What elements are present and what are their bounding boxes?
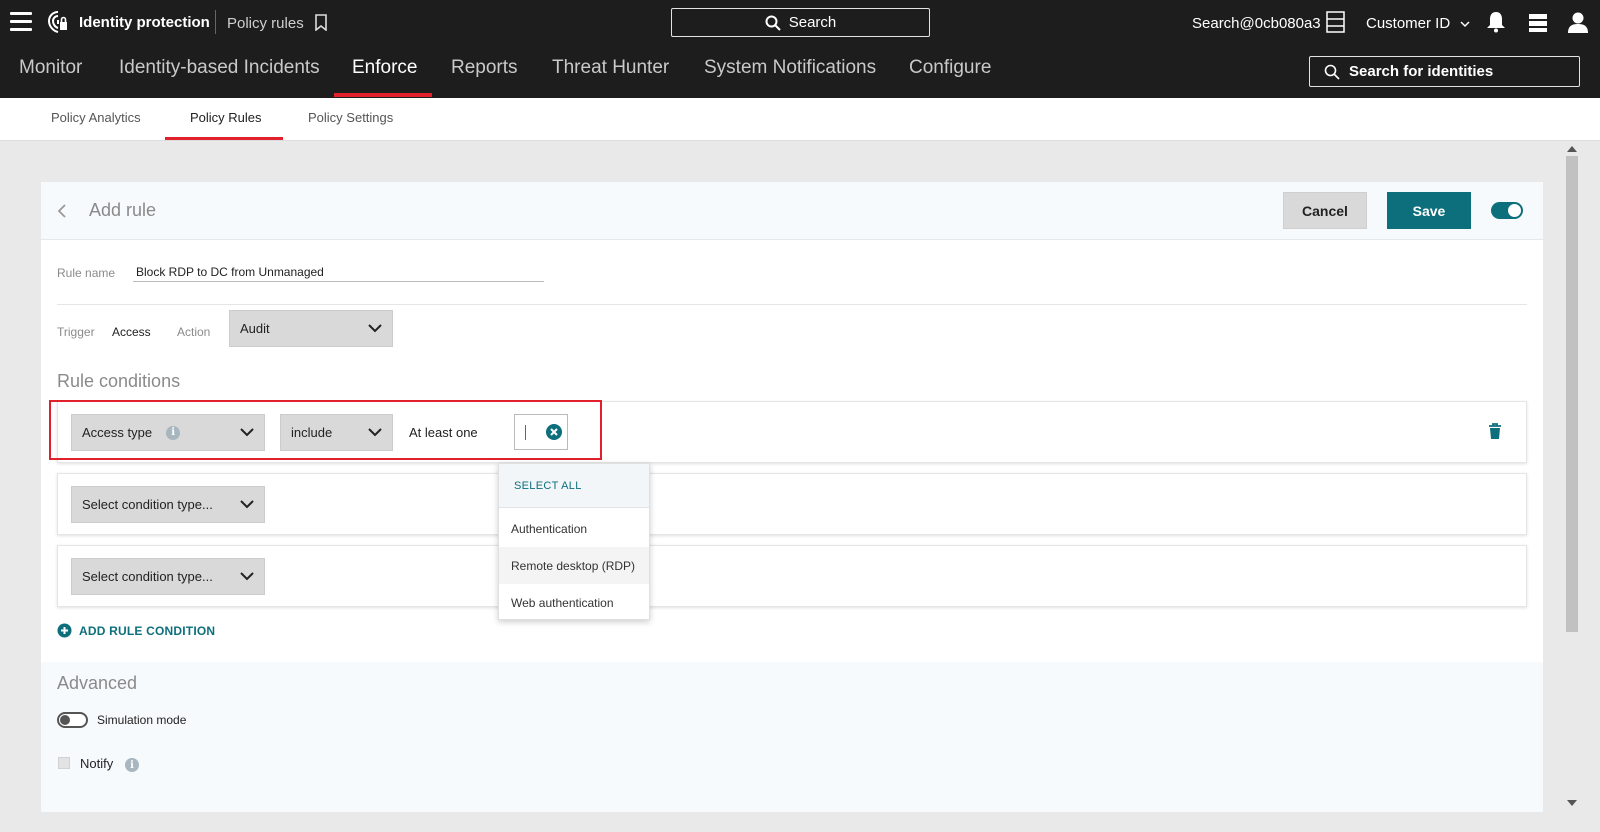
nav-tab-system-notifications[interactable]: System Notifications xyxy=(704,57,876,79)
user-email: Search@0cb080a3 xyxy=(1192,15,1321,32)
nav-tab-monitor[interactable]: Monitor xyxy=(19,57,82,79)
toggle-knob xyxy=(60,715,70,725)
nav-tab-enforce[interactable]: Enforce xyxy=(352,57,417,79)
cancel-button[interactable]: Cancel xyxy=(1283,192,1367,229)
text-caret xyxy=(525,425,526,440)
info-icon[interactable]: i xyxy=(166,425,181,440)
subtab-policy-analytics[interactable]: Policy Analytics xyxy=(51,110,141,125)
access-type-dropdown: SELECT ALL Authentication Remote desktop… xyxy=(498,463,650,620)
divider xyxy=(57,304,1527,305)
add-rule-condition-button[interactable]: ADD RULE CONDITION xyxy=(57,623,215,638)
condition-row-2: Select condition type... xyxy=(57,473,1527,535)
identity-search-input[interactable]: Search for identities xyxy=(1309,56,1580,87)
nav-tab-threat-hunter[interactable]: Threat Hunter xyxy=(552,57,669,79)
plus-circle-icon xyxy=(57,623,72,638)
scroll-down-icon[interactable] xyxy=(1567,800,1577,806)
customer-id-label: Customer ID xyxy=(1366,15,1451,32)
dropdown-option-web-authentication[interactable]: Web authentication xyxy=(499,584,649,621)
card-header: Add rule Cancel Save xyxy=(41,182,1543,240)
global-search-button[interactable]: Search xyxy=(671,8,930,37)
condition-quantifier: At least one xyxy=(409,425,478,440)
rule-conditions-title: Rule conditions xyxy=(57,371,181,391)
subtab-policy-rules[interactable]: Policy Rules xyxy=(190,110,262,125)
scroll-up-icon[interactable] xyxy=(1567,146,1577,152)
action-select[interactable]: Audit xyxy=(229,310,393,347)
condition-operator-value: include xyxy=(291,425,333,440)
add-rule-card: Add rule Cancel Save Rule name Trigger A… xyxy=(41,182,1543,812)
nav-tab-identity-based-incidents[interactable]: Identity-based Incidents xyxy=(119,57,320,79)
global-search-label: Search xyxy=(788,14,837,31)
trigger-value: Access xyxy=(112,325,151,339)
advanced-title: Advanced xyxy=(57,673,138,693)
top-bar: Identity protection Policy rules Search … xyxy=(0,0,1600,44)
messages-icon[interactable] xyxy=(1527,12,1549,33)
rule-name-label: Rule name xyxy=(57,266,116,280)
product-title: Identity protection xyxy=(79,14,210,31)
scroll-thumb[interactable] xyxy=(1566,156,1578,632)
nav-tab-configure[interactable]: Configure xyxy=(909,57,991,79)
condition-operator-select[interactable]: include xyxy=(280,414,393,451)
dropdown-option-authentication[interactable]: Authentication xyxy=(499,510,649,547)
chevron-down-icon xyxy=(368,428,382,437)
condition-row-3: Select condition type... xyxy=(57,545,1527,607)
clear-icon[interactable] xyxy=(545,423,563,441)
user-profile-icon[interactable] xyxy=(1567,11,1589,33)
chevron-down-icon xyxy=(240,500,254,509)
identity-protection-logo-icon xyxy=(47,11,67,33)
chevron-left-icon[interactable] xyxy=(55,200,69,222)
breadcrumb[interactable]: Policy rules xyxy=(227,15,304,32)
action-label: Action xyxy=(177,325,211,339)
simulation-mode-toggle[interactable] xyxy=(57,712,88,728)
action-select-value: Audit xyxy=(240,321,270,336)
search-icon xyxy=(1324,64,1340,80)
page-scrollbar[interactable] xyxy=(1564,142,1580,812)
select-all-option[interactable]: SELECT ALL xyxy=(499,464,649,508)
simulation-mode-label: Simulation mode xyxy=(97,713,187,727)
main-navigation: Monitor Identity-based Incidents Enforce… xyxy=(0,44,1600,98)
condition-type-value: Select condition type... xyxy=(82,569,213,584)
page-title: Add rule xyxy=(89,200,157,220)
notify-label: Notify xyxy=(80,756,114,771)
dropdown-option-rdp[interactable]: Remote desktop (RDP) xyxy=(499,547,649,584)
sub-navigation: Policy Analytics Policy Rules Policy Set… xyxy=(0,98,1600,141)
chevron-down-icon xyxy=(1460,21,1470,28)
title-divider xyxy=(215,10,216,34)
rule-enabled-toggle[interactable] xyxy=(1491,202,1523,219)
condition-type-select[interactable]: Select condition type... xyxy=(71,486,265,523)
info-icon[interactable]: i xyxy=(125,758,139,772)
chevron-down-icon xyxy=(368,324,382,333)
active-subtab-indicator xyxy=(165,137,283,140)
bookmark-icon[interactable] xyxy=(314,14,328,31)
subtab-policy-settings[interactable]: Policy Settings xyxy=(308,110,393,125)
condition-type-value: Access type xyxy=(82,425,153,440)
identity-search-placeholder: Search for identities xyxy=(1349,63,1494,80)
notify-checkbox[interactable] xyxy=(58,757,70,769)
save-button[interactable]: Save xyxy=(1387,192,1471,229)
toggle-knob xyxy=(1508,204,1521,217)
add-rule-condition-label: ADD RULE CONDITION xyxy=(79,623,216,638)
condition-row-1: Access type i include At least one xyxy=(57,401,1527,463)
active-tab-indicator xyxy=(334,93,432,97)
trigger-label: Trigger xyxy=(57,325,95,339)
search-icon xyxy=(765,15,781,31)
hamburger-menu-icon[interactable] xyxy=(10,12,32,32)
condition-type-value: Select condition type... xyxy=(82,497,213,512)
condition-type-select[interactable]: Select condition type... xyxy=(71,558,265,595)
nav-tab-reports[interactable]: Reports xyxy=(451,57,518,79)
chevron-down-icon xyxy=(240,572,254,581)
trash-icon[interactable] xyxy=(1488,423,1502,440)
advanced-section: Advanced Simulation mode Notify i xyxy=(41,662,1543,812)
rule-name-field[interactable] xyxy=(133,262,544,282)
bell-icon[interactable] xyxy=(1486,11,1506,33)
server-icon[interactable] xyxy=(1326,11,1345,33)
customer-id-dropdown[interactable]: Customer ID xyxy=(1366,15,1470,32)
condition-values-input[interactable] xyxy=(514,414,568,450)
chevron-down-icon xyxy=(240,428,254,437)
condition-type-select[interactable]: Access type i xyxy=(71,414,265,451)
